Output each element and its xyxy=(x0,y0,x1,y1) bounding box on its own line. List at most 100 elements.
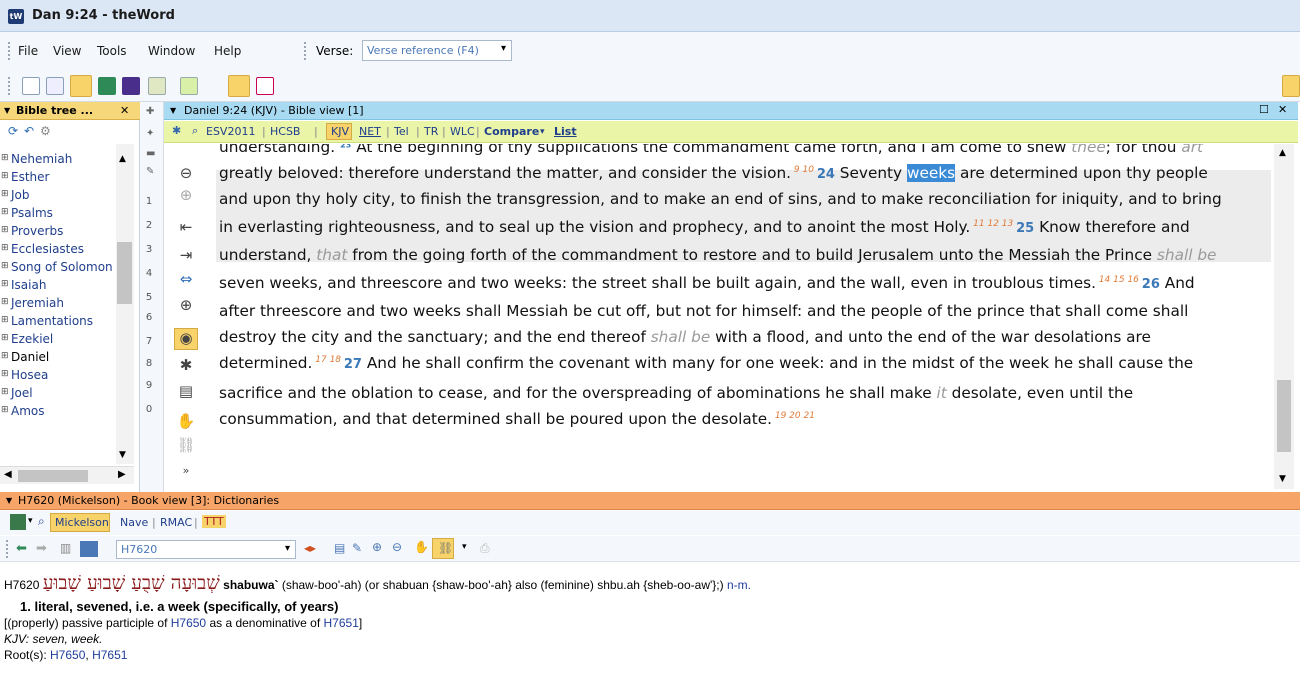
chevron-down-icon[interactable]: ▾ xyxy=(462,542,467,552)
tree-item-amos[interactable]: ⊞ Amos xyxy=(0,404,115,421)
document-icon[interactable]: ▤ xyxy=(334,541,345,555)
sync-icon[interactable]: ⇔ xyxy=(174,270,198,292)
verse-number[interactable]: 26 xyxy=(1142,277,1160,292)
verse-number[interactable]: 24 xyxy=(817,167,835,182)
version-hcsb[interactable]: HCSB xyxy=(270,125,300,138)
eye-icon[interactable]: ◉ xyxy=(174,328,198,350)
bible-tree-toggle-icon[interactable] xyxy=(70,75,92,97)
more-icon[interactable]: » xyxy=(174,464,198,486)
reference-link[interactable]: H7651 xyxy=(324,616,359,630)
expand-icon[interactable]: ⊞ xyxy=(1,369,9,379)
version-esv2011[interactable]: ESV2011 xyxy=(206,125,255,138)
bookshelf-icon[interactable]: ▥ xyxy=(60,541,71,555)
strong-number-input[interactable]: H7620 ▾ xyxy=(116,540,296,559)
refresh-icon[interactable]: ⟳ xyxy=(8,124,18,138)
zoom-out-icon[interactable]: ⊖ xyxy=(392,540,402,554)
compare-button[interactable]: Compare xyxy=(484,125,539,138)
expand-icon[interactable]: ⊞ xyxy=(1,261,9,271)
link-icon[interactable]: ⛓ xyxy=(438,541,453,555)
edit-icon[interactable]: ✎ xyxy=(352,541,362,555)
close-icon[interactable]: ✕ xyxy=(1278,103,1287,116)
split-icon[interactable] xyxy=(148,77,166,95)
chevron-down-icon[interactable]: ▾ xyxy=(501,43,506,54)
footnote-marker[interactable]: 17 18 xyxy=(312,355,344,365)
tree-horizontal-scrollbar[interactable]: ◀ ▶ xyxy=(0,466,134,484)
expand-icon[interactable]: ⊞ xyxy=(1,243,9,253)
prev-next-icon[interactable]: ◂▸ xyxy=(304,541,316,555)
version-kjv[interactable]: KJV xyxy=(331,125,349,138)
expand-icon[interactable]: ⊞ xyxy=(1,153,9,163)
pane-chevron-icon[interactable]: ▼ xyxy=(170,106,176,115)
footnote-marker[interactable]: 9 10 xyxy=(791,165,817,175)
chevron-down-icon[interactable]: ▾ xyxy=(28,516,33,526)
scroll-down-icon[interactable]: ▼ xyxy=(1279,474,1286,484)
pane-chevron-icon[interactable]: ▼ xyxy=(6,496,12,505)
tab-rmac[interactable]: RMAC xyxy=(160,516,192,529)
footnote-marker[interactable]: 14 15 16 xyxy=(1096,275,1142,285)
document-icon[interactable]: ▤ xyxy=(174,382,198,404)
extra-icon[interactable] xyxy=(1282,75,1300,97)
tree-item-song-of-solomon[interactable]: ⊞ Song of Solomon xyxy=(0,260,115,277)
verse-number[interactable]: 27 xyxy=(344,357,362,372)
copy-icon[interactable] xyxy=(46,77,64,95)
chevron-down-icon[interactable]: ▾ xyxy=(540,127,545,137)
tree-item-joel[interactable]: ⊞ Joel xyxy=(0,386,115,403)
tab-nave[interactable]: Nave xyxy=(120,516,148,529)
list-button[interactable]: List xyxy=(554,125,577,138)
book-purple-icon[interactable] xyxy=(122,77,140,95)
scroll-down-icon[interactable]: ▼ xyxy=(119,450,126,460)
expand-icon[interactable]: ⊞ xyxy=(1,351,9,361)
root-link[interactable]: H7651 xyxy=(92,648,127,662)
tree-item-jeremiah[interactable]: ⊞ Jeremiah xyxy=(0,296,115,313)
menu-view[interactable]: View xyxy=(53,44,81,58)
scroll-up-icon[interactable]: ▲ xyxy=(1279,148,1286,158)
bible-scroll-thumb[interactable] xyxy=(1277,380,1291,452)
previous-chapter-icon[interactable]: ⇤ xyxy=(174,218,198,240)
back-icon[interactable]: ⊖ xyxy=(174,164,198,186)
close-icon[interactable]: ✕ xyxy=(120,104,129,117)
expand-icon[interactable]: ⊞ xyxy=(1,207,9,217)
tree-item-ezekiel[interactable]: ⊞ Ezekiel xyxy=(0,332,115,349)
chevron-down-icon[interactable]: ▾ xyxy=(285,543,290,554)
footnote-marker[interactable]: 19 20 21 xyxy=(772,411,815,421)
library-icon[interactable] xyxy=(80,541,98,557)
version-tr[interactable]: TR xyxy=(424,125,438,138)
marker-icon[interactable]: ✦ xyxy=(146,128,154,139)
settings-icon[interactable]: ⚙ xyxy=(40,124,51,138)
tree-item-nehemiah[interactable]: ⊞ Nehemiah xyxy=(0,152,115,169)
forward-arrow-icon[interactable]: ➡ xyxy=(36,541,47,556)
reference-link[interactable]: H7650 xyxy=(171,616,206,630)
verse-number[interactable]: 25 xyxy=(1016,221,1034,236)
version-net[interactable]: NET xyxy=(359,125,381,138)
next-chapter-icon[interactable]: ⇥ xyxy=(174,246,198,268)
link-icon[interactable]: ⛓ xyxy=(174,436,198,458)
pencil-icon[interactable]: ✎ xyxy=(146,166,154,177)
expand-icon[interactable]: ⊞ xyxy=(1,333,9,343)
tree-item-hosea[interactable]: ⊞ Hosea xyxy=(0,368,115,385)
tree-item-ecclesiastes[interactable]: ⊞ Ecclesiastes xyxy=(0,242,115,259)
search-icon[interactable]: ⌕ xyxy=(38,514,45,529)
hand-icon[interactable]: ✋ xyxy=(174,412,198,434)
expand-icon[interactable]: ⊞ xyxy=(1,405,9,415)
forward-icon[interactable]: ⊕ xyxy=(174,186,198,208)
menu-tools[interactable]: Tools xyxy=(97,44,127,58)
zoom-icon[interactable]: ⊕ xyxy=(174,296,198,318)
version-tel[interactable]: Tel xyxy=(394,125,409,138)
tree-item-job[interactable]: ⊞ Job xyxy=(0,188,115,205)
divider-icon[interactable]: ✱ xyxy=(174,356,198,378)
tree-item-psalms[interactable]: ⊞ Psalms xyxy=(0,206,115,223)
undo-icon[interactable]: ↶ xyxy=(24,124,34,138)
expand-icon[interactable]: ⊞ xyxy=(1,279,9,289)
expand-icon[interactable]: ⊞ xyxy=(1,225,9,235)
expand-icon[interactable]: ⊞ xyxy=(1,171,9,181)
books-icon[interactable] xyxy=(10,514,26,530)
tree-item-isaiah[interactable]: ⊞ Isaiah xyxy=(0,278,115,295)
search-icon[interactable]: ⌕ xyxy=(192,124,198,138)
expand-icon[interactable]: ⊞ xyxy=(1,315,9,325)
window-icon[interactable] xyxy=(180,77,198,95)
root-link[interactable]: H7650 xyxy=(50,648,85,662)
menu-help[interactable]: Help xyxy=(214,44,241,58)
scroll-up-icon[interactable]: ▲ xyxy=(119,154,126,164)
pin-icon[interactable]: ✚ xyxy=(146,106,154,117)
pane-chevron-icon[interactable]: ▼ xyxy=(4,106,10,115)
